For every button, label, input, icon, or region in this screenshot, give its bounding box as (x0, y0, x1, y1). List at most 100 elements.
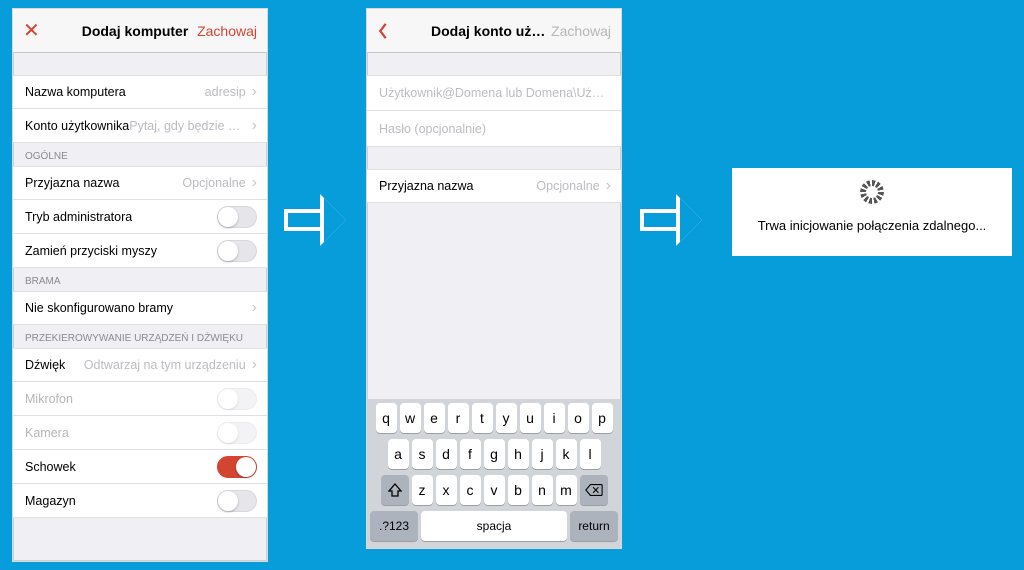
space-key[interactable]: spacja (421, 511, 567, 541)
nav-title: Dodaj komputer (77, 23, 193, 39)
swap-mouse-label: Zamień przyciski myszy (25, 244, 157, 258)
key-i[interactable]: i (544, 403, 565, 433)
pc-name-value: adresip (126, 85, 250, 99)
navbar: ✕ Dodaj komputer Zachowaj (13, 9, 267, 53)
row-swap-mouse: Zamień przyciski myszy (13, 234, 267, 268)
user-account-label: Konto użytkownika (25, 119, 129, 133)
keyboard-row-3: zxcvbnm (370, 475, 618, 505)
arrow-icon (284, 198, 346, 242)
keyboard: qwertyuiop asdfghjkl zxcvbnm .?123 spacj… (367, 399, 621, 548)
key-p[interactable]: p (592, 403, 613, 433)
back-button[interactable] (377, 22, 431, 40)
key-o[interactable]: o (568, 403, 589, 433)
navbar: Dodaj konto użytkownika Zachowaj (367, 9, 621, 53)
clipboard-label: Schowek (25, 460, 76, 474)
loading-message: Trwa inicjowanie połączenia zdalnego... (758, 218, 987, 233)
key-c[interactable]: c (460, 475, 481, 505)
microphone-label: Mikrofon (25, 392, 73, 406)
key-a[interactable]: a (388, 439, 409, 469)
user-account-value: Pytaj, gdy będzie wy… (129, 119, 249, 133)
key-m[interactable]: m (556, 475, 577, 505)
key-g[interactable]: g (484, 439, 505, 469)
backspace-key[interactable] (580, 475, 608, 505)
row-friendly-name[interactable]: Przyjazna nazwa Opcjonalne › (13, 166, 267, 200)
clipboard-toggle[interactable] (217, 456, 257, 478)
close-button[interactable]: ✕ (23, 21, 77, 41)
gateway-label: Nie skonfigurowano bramy (25, 301, 173, 315)
username-field[interactable]: Użytkownik@Domena lub Domena\Uży… (367, 75, 621, 111)
key-l[interactable]: l (580, 439, 601, 469)
sound-label: Dźwięk (25, 358, 65, 372)
section-gateway: BRAMA (13, 268, 267, 291)
section-general: OGÓLNE (13, 143, 267, 166)
chevron-right-icon: › (252, 117, 257, 135)
key-w[interactable]: w (400, 403, 421, 433)
friendly-name-value: Opcjonalne (120, 176, 250, 190)
chevron-left-icon (377, 22, 389, 40)
key-z[interactable]: z (412, 475, 433, 505)
friendly-name-value: Opcjonalne (474, 179, 604, 193)
nav-title: Dodaj konto użytkownika (431, 23, 547, 39)
row-clipboard: Schowek (13, 450, 267, 484)
return-key[interactable]: return (570, 511, 618, 541)
close-icon: ✕ (23, 21, 40, 41)
row-pc-name[interactable]: Nazwa komputera adresip › (13, 75, 267, 109)
save-button[interactable]: Zachowaj (193, 23, 257, 39)
key-q[interactable]: q (376, 403, 397, 433)
row-friendly-name[interactable]: Przyjazna nazwa Opcjonalne › (367, 169, 621, 203)
row-gateway[interactable]: Nie skonfigurowano bramy › (13, 291, 267, 325)
key-f[interactable]: f (460, 439, 481, 469)
keyboard-row-2: asdfghjkl (370, 439, 618, 469)
loading-dialog: Trwa inicjowanie połączenia zdalnego... (732, 168, 1012, 256)
key-h[interactable]: h (508, 439, 529, 469)
key-u[interactable]: u (520, 403, 541, 433)
key-b[interactable]: b (508, 475, 529, 505)
pc-name-label: Nazwa komputera (25, 85, 126, 99)
backspace-icon (585, 483, 603, 497)
key-v[interactable]: v (484, 475, 505, 505)
password-placeholder: Hasło (opcjonalnie) (379, 122, 486, 136)
key-n[interactable]: n (532, 475, 553, 505)
chevron-right-icon: › (252, 83, 257, 101)
admin-mode-label: Tryb administratora (25, 210, 132, 224)
sound-value: Odtwarzaj na tym urządzeniu (65, 358, 249, 372)
camera-toggle (217, 422, 257, 444)
friendly-name-label: Przyjazna nazwa (25, 176, 120, 190)
swap-mouse-toggle[interactable] (217, 240, 257, 262)
keyboard-row-1: qwertyuiop (370, 403, 618, 433)
chevron-right-icon: › (606, 177, 611, 195)
screen-add-computer: ✕ Dodaj komputer Zachowaj Nazwa komputer… (12, 8, 268, 562)
microphone-toggle (217, 388, 257, 410)
mode-key[interactable]: .?123 (370, 511, 418, 541)
storage-toggle[interactable] (217, 490, 257, 512)
key-t[interactable]: t (472, 403, 493, 433)
row-admin-mode: Tryb administratora (13, 200, 267, 234)
row-user-account[interactable]: Konto użytkownika Pytaj, gdy będzie wy… … (13, 109, 267, 143)
admin-mode-toggle[interactable] (217, 206, 257, 228)
shift-key[interactable] (381, 475, 409, 505)
key-j[interactable]: j (532, 439, 553, 469)
key-s[interactable]: s (412, 439, 433, 469)
row-storage: Magazyn (13, 484, 267, 518)
key-k[interactable]: k (556, 439, 577, 469)
chevron-right-icon: › (252, 299, 257, 317)
key-y[interactable]: y (496, 403, 517, 433)
screen-add-user-account: Dodaj konto użytkownika Zachowaj Użytkow… (366, 8, 622, 549)
key-x[interactable]: x (436, 475, 457, 505)
section-redirect: PRZEKIEROWYWANIE URZĄDZEŃ I DŹWIĘKU (13, 325, 267, 348)
chevron-right-icon: › (252, 356, 257, 374)
shift-icon (388, 483, 402, 497)
key-d[interactable]: d (436, 439, 457, 469)
save-button[interactable]: Zachowaj (547, 23, 611, 39)
keyboard-row-4: .?123 spacja return (370, 511, 618, 541)
password-field[interactable]: Hasło (opcjonalnie) (367, 111, 621, 147)
camera-label: Kamera (25, 426, 69, 440)
row-camera: Kamera (13, 416, 267, 450)
arrow-icon (640, 198, 702, 242)
spinner-icon (860, 180, 884, 204)
key-r[interactable]: r (448, 403, 469, 433)
friendly-name-label: Przyjazna nazwa (379, 179, 474, 193)
row-sound[interactable]: Dźwięk Odtwarzaj na tym urządzeniu › (13, 348, 267, 382)
chevron-right-icon: › (252, 174, 257, 192)
key-e[interactable]: e (424, 403, 445, 433)
